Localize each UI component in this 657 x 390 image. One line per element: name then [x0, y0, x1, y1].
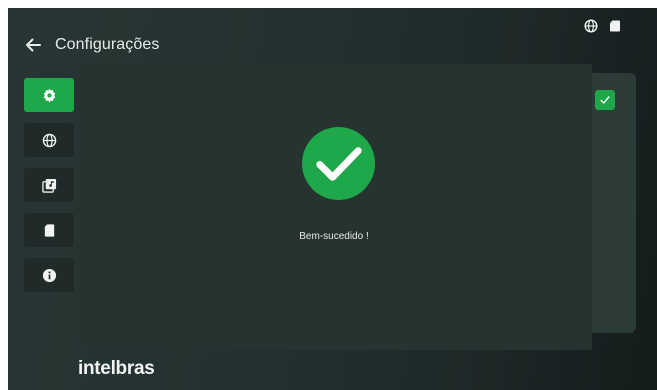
- success-message: Bem-sucedido !: [299, 231, 369, 242]
- sidebar-item-storage[interactable]: [24, 213, 74, 247]
- success-dialog: Bem-sucedido !: [76, 64, 592, 350]
- check-icon: [600, 96, 610, 104]
- brand-logo: intelbras: [78, 358, 155, 379]
- gear-icon: [43, 88, 55, 102]
- page-title: Configurações: [55, 36, 160, 53]
- globe-icon: [42, 133, 56, 147]
- sd-card-icon: [44, 223, 54, 237]
- sidebar-item-media[interactable]: [24, 168, 74, 202]
- screen: Configurações Bem-sucedido ! intelbras: [8, 8, 657, 390]
- sidebar-item-network[interactable]: [24, 123, 74, 157]
- check-circle-icon: [301, 126, 376, 201]
- sidebar-item-info[interactable]: [24, 258, 74, 292]
- sd-card-icon: [608, 19, 622, 33]
- back-button[interactable]: [24, 36, 42, 54]
- info-icon: [42, 268, 56, 282]
- checkbox[interactable]: [595, 90, 615, 110]
- globe-icon: [584, 19, 598, 33]
- arrow-left-icon: [26, 38, 41, 52]
- media-library-icon: [41, 178, 56, 193]
- sidebar-item-general[interactable]: [24, 78, 74, 112]
- header: Configurações: [8, 8, 657, 64]
- status-bar: [584, 19, 622, 33]
